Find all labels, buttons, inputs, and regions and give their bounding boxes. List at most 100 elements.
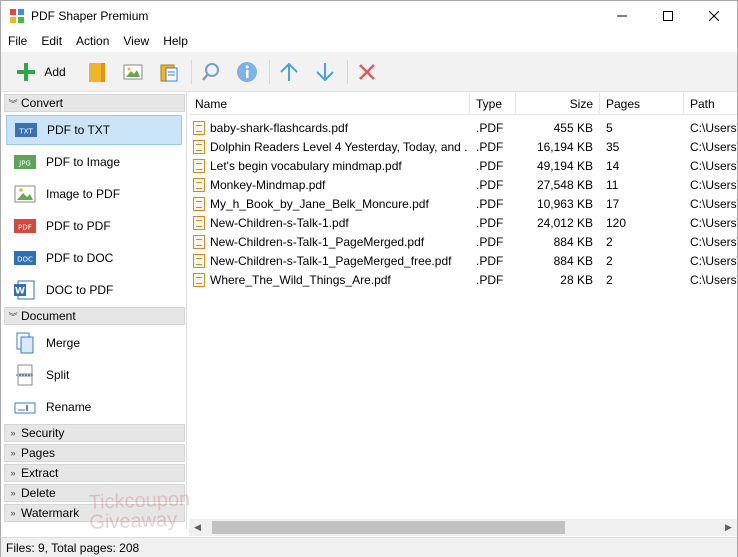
- sidebar-item-pdf-to-doc[interactable]: DOC PDF to DOC: [6, 243, 182, 273]
- chevron-down-icon: ︾: [8, 311, 18, 322]
- group-document[interactable]: ︾ Document: [4, 307, 185, 325]
- sidebar-item-label: Merge: [46, 336, 81, 350]
- chevron-right-icon: »: [10, 508, 16, 518]
- add-image-button[interactable]: [119, 58, 147, 86]
- path-cell: C:\Users\: [690, 196, 737, 211]
- sidebar-item-rename[interactable]: Rename: [6, 392, 182, 422]
- sidebar-item-label: PDF to PDF: [46, 219, 111, 233]
- search-button[interactable]: [197, 58, 225, 86]
- doc-icon: DOC: [14, 247, 36, 269]
- close-icon: [709, 11, 719, 21]
- menu-file[interactable]: File: [1, 31, 34, 52]
- table-row[interactable]: New-Children-s-Talk-1_PageMerged.pdf .PD…: [189, 232, 737, 251]
- pages-cell: 2: [606, 272, 613, 287]
- size-cell: 49,194 KB: [536, 158, 593, 173]
- rename-icon: [14, 396, 36, 418]
- pages-cell: 14: [606, 158, 620, 173]
- file-name: Let's begin vocabulary mindmap.pdf: [210, 158, 402, 173]
- move-up-button[interactable]: [275, 58, 303, 86]
- file-name: New-Children-s-Talk-1_PageMerged_free.pd…: [210, 253, 452, 268]
- scroll-thumb[interactable]: [212, 521, 565, 534]
- type-cell: .PDF: [476, 253, 504, 268]
- name-cell: My_h_Book_by_Jane_Belk_Moncure.pdf: [193, 194, 468, 213]
- sidebar-item-pdf-to-image[interactable]: JPG PDF to Image: [6, 147, 182, 177]
- search-icon: [202, 63, 219, 81]
- group-extract[interactable]: » Extract: [4, 464, 185, 482]
- column-header-size[interactable]: Size: [516, 93, 600, 115]
- column-header-pages[interactable]: Pages: [600, 93, 684, 115]
- column-header-row: Name Type Size Pages Path: [189, 93, 737, 115]
- file-name: Where_The_Wild_Things_Are.pdf: [210, 272, 391, 287]
- minimize-icon: [617, 15, 627, 17]
- word-icon: W: [14, 279, 36, 301]
- column-header-type[interactable]: Type: [470, 93, 516, 115]
- close-button[interactable]: [691, 1, 737, 31]
- add-button[interactable]: Add: [9, 58, 73, 86]
- sidebar: ︾ Convert TXT PDF to TXT JPG PDF to Imag…: [1, 93, 187, 529]
- path-cell: C:\Users\: [690, 177, 737, 192]
- table-row[interactable]: Where_The_Wild_Things_Are.pdf .PDF 28 KB…: [189, 270, 737, 289]
- menu-help[interactable]: Help: [156, 31, 195, 52]
- toolbar-separator: [347, 60, 348, 84]
- menu-view[interactable]: View: [116, 31, 156, 52]
- column-header-name[interactable]: Name: [189, 93, 470, 115]
- open-folder-button[interactable]: [83, 58, 111, 86]
- group-security[interactable]: » Security: [4, 424, 185, 442]
- scroll-right-button[interactable]: ▶: [720, 519, 737, 536]
- size-cell: 884 KB: [553, 253, 593, 268]
- add-button-label: Add: [44, 65, 66, 79]
- chevron-right-icon: ▶: [725, 522, 732, 532]
- path-cell: C:\Users\: [690, 234, 737, 249]
- group-delete-label: Delete: [21, 486, 56, 500]
- name-cell: Dolphin Readers Level 4 Yesterday, Today…: [193, 137, 468, 156]
- paste-button[interactable]: [155, 58, 183, 86]
- chevron-right-icon: »: [10, 468, 16, 478]
- scroll-left-button[interactable]: ◀: [189, 519, 206, 536]
- sidebar-item-pdf-to-txt[interactable]: TXT PDF to TXT: [6, 115, 182, 145]
- sidebar-item-label: Split: [46, 368, 70, 382]
- sidebar-item-split[interactable]: Split: [6, 360, 182, 390]
- app-window: PDF Shaper Premium File Edit Action View…: [0, 0, 738, 557]
- file-name: baby-shark-flashcards.pdf: [210, 120, 349, 135]
- table-row[interactable]: Dolphin Readers Level 4 Yesterday, Today…: [189, 137, 737, 156]
- table-row[interactable]: New-Children-s-Talk-1_PageMerged_free.pd…: [189, 251, 737, 270]
- info-button[interactable]: [233, 58, 261, 86]
- remove-button[interactable]: [353, 58, 381, 86]
- name-cell: Let's begin vocabulary mindmap.pdf: [193, 156, 468, 175]
- toolbar-separator: [191, 60, 192, 84]
- image-icon: [14, 183, 36, 205]
- horizontal-scrollbar[interactable]: ◀ ▶: [189, 519, 737, 536]
- pdf-file-icon: [193, 215, 205, 230]
- pdf-file-icon: [193, 139, 205, 154]
- group-document-label: Document: [21, 309, 76, 323]
- table-row[interactable]: New-Children-s-Talk-1.pdf .PDF 24,012 KB…: [189, 213, 737, 232]
- sidebar-item-pdf-to-pdf[interactable]: PDF PDF to PDF: [6, 211, 182, 241]
- table-row[interactable]: My_h_Book_by_Jane_Belk_Moncure.pdf .PDF …: [189, 194, 737, 213]
- arrow-up-icon: [280, 62, 298, 81]
- type-cell: .PDF: [476, 139, 504, 154]
- group-pages[interactable]: » Pages: [4, 444, 185, 462]
- sidebar-item-merge[interactable]: Merge: [6, 328, 182, 358]
- sidebar-item-doc-to-pdf[interactable]: W DOC to PDF: [6, 275, 182, 305]
- menu-edit[interactable]: Edit: [34, 31, 69, 52]
- group-extract-label: Extract: [21, 466, 59, 480]
- info-icon: [237, 62, 257, 82]
- name-cell: New-Children-s-Talk-1_PageMerged.pdf: [193, 232, 468, 251]
- sidebar-item-label: DOC to PDF: [46, 283, 114, 297]
- column-header-path[interactable]: Path: [684, 93, 737, 115]
- name-cell: Where_The_Wild_Things_Are.pdf: [193, 270, 468, 289]
- window-title: PDF Shaper Premium: [31, 9, 149, 23]
- pdf-file-icon: [193, 234, 205, 249]
- table-row[interactable]: baby-shark-flashcards.pdf .PDF 455 KB 5 …: [189, 118, 737, 137]
- sidebar-item-image-to-pdf[interactable]: Image to PDF: [6, 179, 182, 209]
- size-cell: 884 KB: [553, 234, 593, 249]
- app-logo-icon: [9, 8, 25, 24]
- minimize-button[interactable]: [599, 1, 645, 31]
- table-row[interactable]: Let's begin vocabulary mindmap.pdf .PDF …: [189, 156, 737, 175]
- table-row[interactable]: Monkey-Mindmap.pdf .PDF 27,548 KB 11 C:\…: [189, 175, 737, 194]
- move-down-button[interactable]: [311, 58, 339, 86]
- group-convert[interactable]: ︾ Convert: [4, 94, 185, 112]
- type-cell: .PDF: [476, 215, 504, 230]
- menu-action[interactable]: Action: [69, 31, 116, 52]
- maximize-button[interactable]: [645, 1, 691, 31]
